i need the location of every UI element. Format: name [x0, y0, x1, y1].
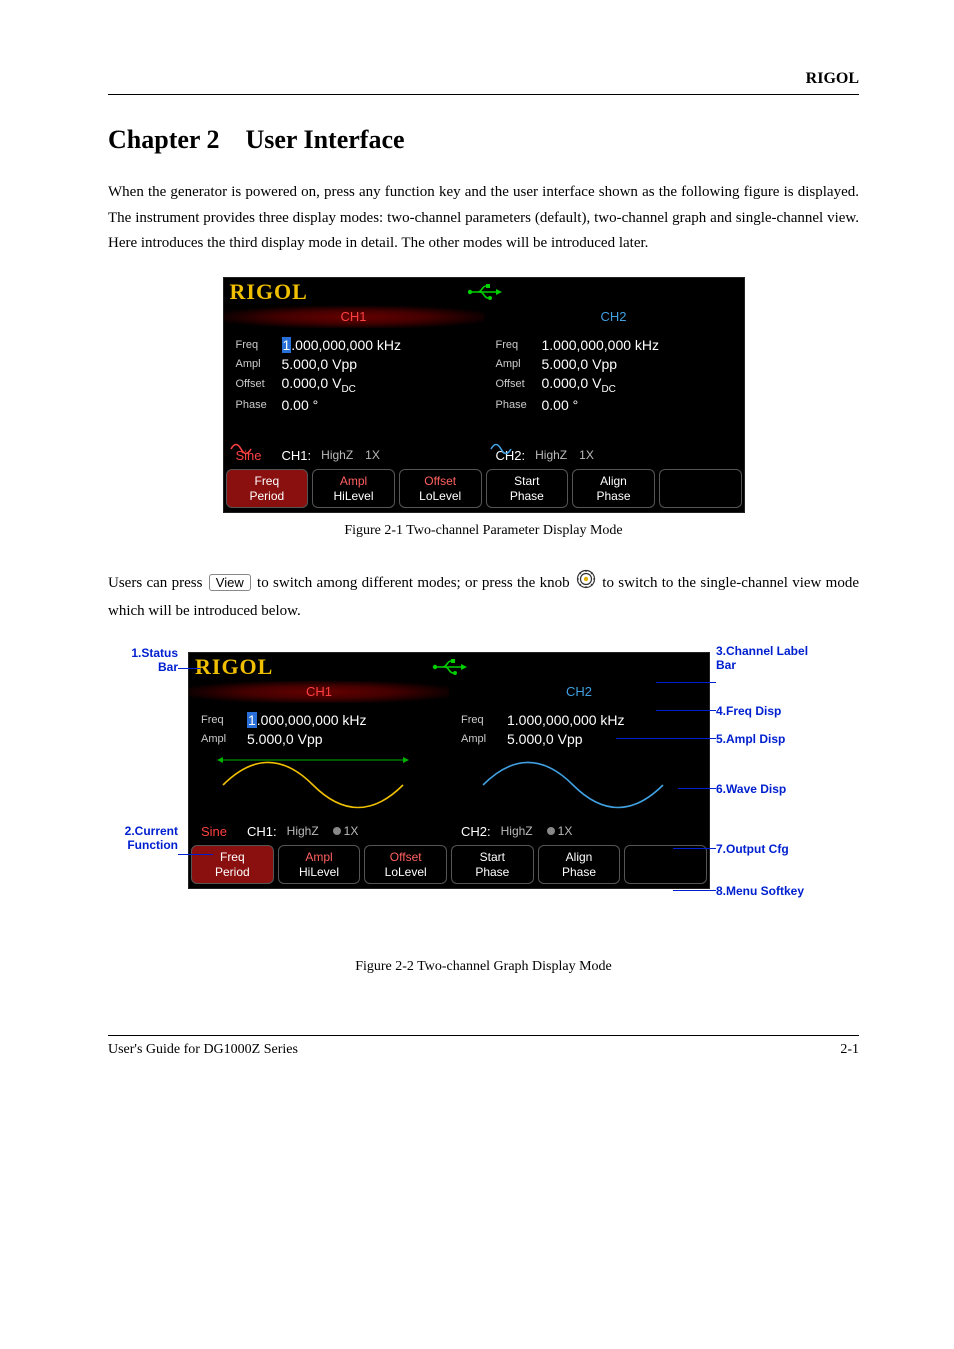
ch1-param-col: Freq 1.000,000,000 kHz Ampl 5.000,0 Vpp …	[224, 328, 484, 417]
annotated-figure-wrap: RIGOL C	[108, 644, 868, 949]
current-function-tag: Sine	[201, 824, 227, 839]
channel-label-bar: CH1 CH2	[224, 306, 744, 328]
ch2-wave-display	[449, 750, 709, 820]
usb-icon	[466, 284, 502, 300]
ch1-ampl-name: Ampl	[236, 358, 282, 370]
ch2-label: CH2	[449, 681, 709, 703]
callout-ampl-disp: 5.Ampl Disp	[716, 732, 785, 746]
para-view-switch: Users can press View to switch among dif…	[108, 569, 859, 624]
ch1-ampl-value[interactable]: 5.000,0 Vpp	[282, 356, 358, 372]
page-header-brand: RIGOL	[108, 70, 859, 88]
softkey-empty[interactable]	[624, 845, 707, 884]
callout-channel-label: 3.Channel LabelBar	[716, 644, 808, 672]
callout-output-cfg: 7.Output Cfg	[716, 842, 789, 856]
softkey-ampl-hilevel[interactable]: Ampl HiLevel	[278, 845, 361, 884]
output-config-bar: Sine CH1: HighZ 1X CH2: HighZ 1X	[189, 820, 709, 842]
figure2-caption: Figure 2-2 Two-channel Graph Display Mod…	[108, 959, 859, 975]
softkey-align-phase[interactable]: Align Phase	[538, 845, 621, 884]
status-bar: RIGOL	[189, 653, 709, 681]
device-logo: RIGOL	[224, 279, 308, 305]
params-area: Freq 1.000,000,000 kHz Ampl 5.000,0 Vpp …	[224, 328, 744, 417]
ch2-label: CH2	[484, 306, 744, 328]
ch1-offset-name: Offset	[236, 378, 282, 390]
footer-page-number: 2-1	[840, 1042, 859, 1058]
ch1-wave-display	[189, 750, 449, 820]
ch2-phase-name: Phase	[496, 399, 542, 411]
wave-display-area	[189, 750, 709, 820]
ch2-phase-value[interactable]: 0.00 °	[542, 397, 579, 413]
ch1-phase-name: Phase	[236, 399, 282, 411]
ch2-freq-name: Freq	[496, 339, 542, 351]
ch2-param-col: Freq 1.000,000,000 kHz Ampl 5.000,0 Vpp …	[484, 328, 744, 417]
callout-wave-disp: 6.Wave Disp	[716, 782, 786, 796]
ch1-freq-value[interactable]: 1.000,000,000 kHz	[282, 337, 402, 353]
ch2-ampl-name: Ampl	[496, 358, 542, 370]
ch2-ampl-value[interactable]: 5.000,0 Vpp	[542, 356, 618, 372]
ch2-ampl-value[interactable]: 5.000,0 Vpp	[507, 731, 583, 747]
ch1-offset-value[interactable]: 0.000,0 VDC	[282, 375, 356, 395]
wave-area-blank	[224, 416, 744, 444]
chapter-title: Chapter 2 User Interface	[108, 125, 859, 155]
figure1-caption: Figure 2-1 Two-channel Parameter Display…	[108, 523, 859, 539]
footer-rule	[108, 1035, 859, 1036]
softkey-freq-period[interactable]: Freq Period	[191, 845, 274, 884]
callout-current-function: 2.CurrentFunction	[108, 824, 178, 852]
params-area: Freq 1.000,000,000 kHz Ampl 5.000,0 Vpp …	[189, 703, 709, 750]
ch1-phase-value[interactable]: 0.00 °	[282, 397, 319, 413]
ch1-label: CH1	[189, 681, 449, 703]
callout-freq-disp: 4.Freq Disp	[716, 704, 781, 718]
ch2-offset-value[interactable]: 0.000,0 VDC	[542, 375, 616, 395]
ch2-freq-value[interactable]: 1.000,000,000 kHz	[507, 712, 625, 728]
device-screenshot-fig1: RIGOL CH1 CH2	[223, 277, 745, 514]
ch1-label: CH1	[224, 306, 484, 328]
device-logo: RIGOL	[189, 654, 273, 680]
ch1-atten: 1X	[331, 824, 359, 838]
usb-icon	[431, 659, 467, 675]
intro-paragraph: When the generator is powered on, press …	[108, 180, 859, 257]
softkey-row: Freq Period Ampl HiLevel Offset LoLevel …	[189, 842, 709, 888]
footer-left: User's Guide for DG1000Z Series	[108, 1042, 298, 1058]
ch1-ampl-value[interactable]: 5.000,0 Vpp	[247, 731, 323, 747]
ch1-freq-name: Freq	[236, 339, 282, 351]
device-screenshot-fig2: RIGOL C	[188, 652, 710, 889]
callout-status-bar: 1.StatusBar	[108, 646, 178, 674]
ch2-freq-value[interactable]: 1.000,000,000 kHz	[542, 337, 660, 353]
callout-menu-softkey: 8.Menu Softkey	[716, 884, 804, 898]
channel-label-bar: CH1 CH2	[189, 681, 709, 703]
header-rule	[108, 94, 859, 95]
softkey-offset-lolevel[interactable]: Offset LoLevel	[364, 845, 447, 884]
ch2-offset-name: Offset	[496, 378, 542, 390]
status-bar: RIGOL	[224, 278, 744, 306]
ch1-freq-value[interactable]: 1.000,000,000 kHz	[247, 712, 367, 728]
ch1-param-col: Freq 1.000,000,000 kHz Ampl 5.000,0 Vpp	[189, 703, 449, 750]
view-key-graphic: View	[209, 574, 251, 591]
ch2-atten: 1X	[545, 824, 573, 838]
softkey-start-phase[interactable]: Start Phase	[451, 845, 534, 884]
knob-icon	[576, 569, 596, 599]
